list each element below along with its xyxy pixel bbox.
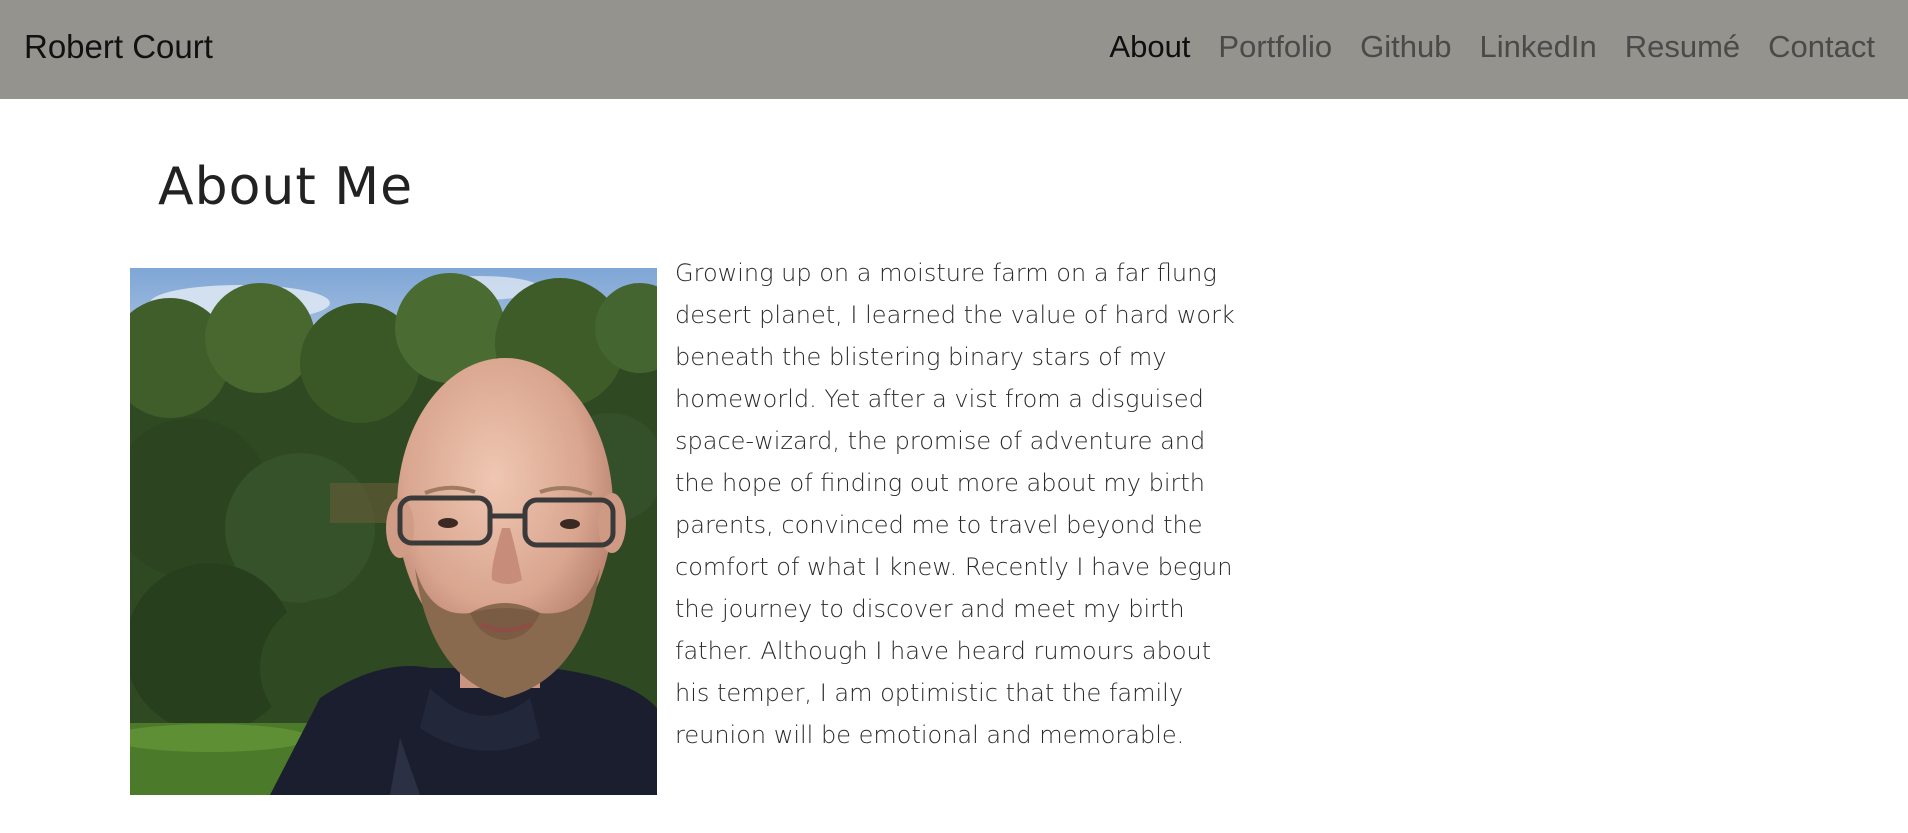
page-title: About Me	[158, 157, 414, 217]
nav-link-contact[interactable]: Contact	[1768, 27, 1875, 67]
nav-link-linkedin[interactable]: LinkedIn	[1480, 27, 1597, 67]
navbar: Robert Court About Portfolio Github Link…	[0, 0, 1908, 99]
nav-link-about[interactable]: About	[1109, 27, 1190, 67]
bio-text: Growing up on a moisture farm on a far f…	[675, 259, 1235, 749]
brand-link[interactable]: Robert Court	[24, 27, 213, 67]
nav-link-portfolio[interactable]: Portfolio	[1218, 27, 1332, 67]
profile-photo	[130, 268, 657, 795]
nav-links: About Portfolio Github LinkedIn Resumé C…	[1109, 27, 1875, 67]
nav-link-resume[interactable]: Resumé	[1625, 27, 1740, 67]
nav-link-github[interactable]: Github	[1360, 27, 1451, 67]
